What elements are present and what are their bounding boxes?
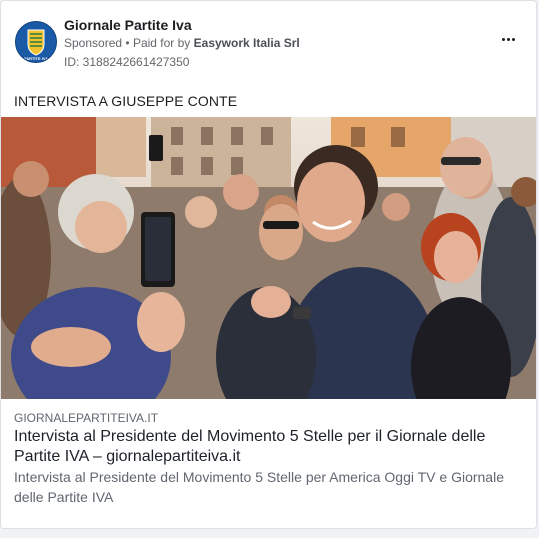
- more-dot-icon: [511, 37, 515, 41]
- link-domain: GIORNALEPARTITEIVA.IT: [14, 411, 159, 425]
- post-text: INTERVISTA A GIUSEPPE CONTE: [14, 93, 238, 109]
- link-preview[interactable]: GIORNALEPARTITEIVA.IT Intervista al Pres…: [1, 399, 536, 528]
- more-dot-icon: [506, 37, 510, 41]
- sponsored-line: Sponsored • Paid for by Easywork Italia …: [64, 36, 300, 50]
- avatar-text: PARTITE IVA: [24, 56, 48, 61]
- link-description: Intervista al Presidente del Movimento 5…: [14, 469, 504, 505]
- ad-id: ID: 3188242661427350: [64, 55, 190, 69]
- advertiser-name: Easywork Italia Srl: [193, 36, 300, 50]
- page-logo-icon: PARTITE IVA: [16, 22, 56, 62]
- sponsored-label[interactable]: Sponsored: [64, 36, 122, 50]
- post-image[interactable]: [1, 117, 536, 399]
- more-dot-icon: [501, 37, 505, 41]
- meta-separator: •: [125, 36, 130, 50]
- link-title[interactable]: Intervista al Presidente del Movimento 5…: [14, 427, 514, 467]
- more-options-button[interactable]: [496, 29, 520, 49]
- page-name[interactable]: Giornale Partite Iva: [64, 17, 192, 33]
- crowd-photo-icon: [1, 117, 536, 399]
- ad-card: PARTITE IVA Giornale Partite Iva Sponsor…: [0, 0, 537, 529]
- avatar[interactable]: PARTITE IVA: [15, 21, 57, 63]
- paid-for-label: Paid for by: [132, 36, 191, 50]
- ad-header: PARTITE IVA Giornale Partite Iva Sponsor…: [13, 11, 524, 73]
